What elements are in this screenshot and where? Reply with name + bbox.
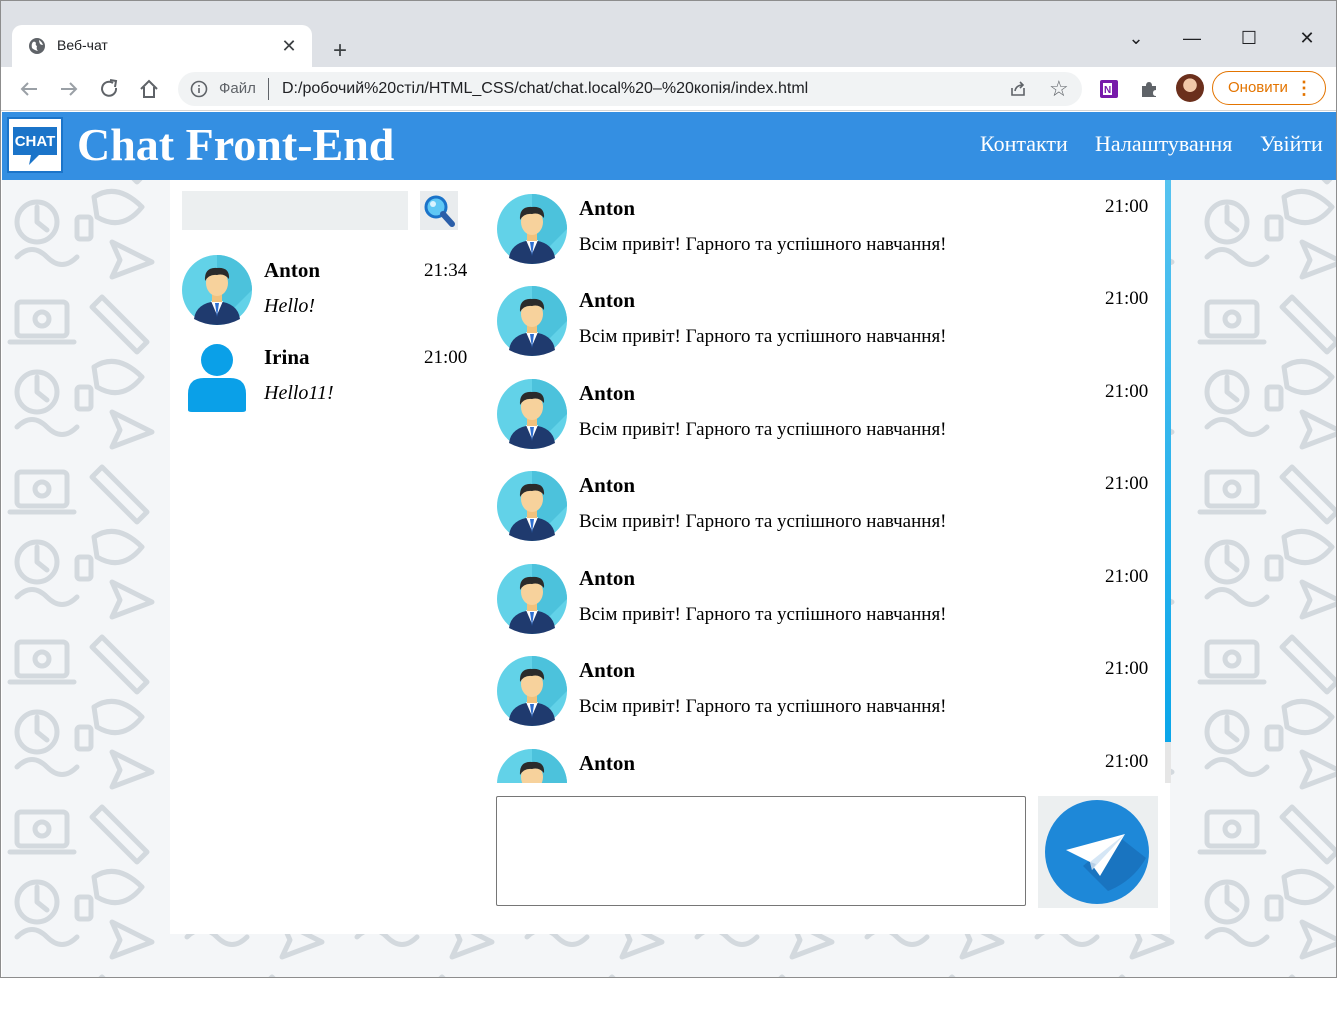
- man-avatar-icon: [497, 194, 567, 264]
- address-divider: [268, 78, 269, 100]
- search-button[interactable]: [420, 191, 458, 230]
- browser-toolbar: Файл D:/робочий%20стіл/HTML_CSS/chat/cha…: [1, 67, 1336, 111]
- contact-last-message: Hello!: [264, 295, 316, 317]
- contact-name: Anton: [264, 258, 321, 282]
- tab-title: Веб-чат: [57, 37, 108, 53]
- tab-close-icon[interactable]: ✕: [278, 35, 300, 57]
- message-time: 21:00: [1105, 658, 1149, 679]
- chat-bubble-logo-icon: CHAT: [13, 127, 57, 165]
- address-scheme: Файл: [219, 80, 256, 97]
- globe-icon: [29, 38, 45, 54]
- web-page: CHAT Chat Front-End Контакти Налаштуванн…: [2, 112, 1336, 977]
- man-avatar-icon: [497, 564, 567, 634]
- svg-text:N: N: [1104, 85, 1111, 96]
- message-item: Anton 21:00 Всім привіт! Гарного та успі…: [497, 550, 1157, 638]
- forward-arrow-icon[interactable]: [55, 75, 83, 103]
- message-item: Anton 21:00 Всім привіт! Гарного та успі…: [497, 272, 1157, 360]
- message-author: Anton: [579, 381, 636, 405]
- message-item: Anton 21:00 Всім привіт! Гарного та успі…: [497, 642, 1157, 730]
- message-time: 21:00: [1105, 473, 1149, 494]
- message-item: Anton 21:00: [497, 735, 1157, 783]
- man-avatar-icon: [497, 471, 567, 541]
- address-bar[interactable]: Файл D:/робочий%20стіл/HTML_CSS/chat/cha…: [178, 72, 1082, 106]
- nav-login-link[interactable]: Увійти: [1260, 131, 1323, 157]
- bookmark-star-icon[interactable]: ☆: [1049, 76, 1069, 102]
- menu-kebab-icon[interactable]: ⋮: [1295, 72, 1313, 104]
- search-input[interactable]: [182, 191, 408, 230]
- onenote-icon[interactable]: N: [1098, 78, 1120, 100]
- tab-search-icon[interactable]: ⌄: [1118, 23, 1154, 53]
- message-time: 21:00: [1105, 381, 1149, 402]
- message-item: Anton 21:00 Всім привіт! Гарного та успі…: [497, 457, 1157, 545]
- profile-avatar[interactable]: [1176, 74, 1204, 102]
- back-arrow-icon[interactable]: [15, 75, 43, 103]
- message-text: Всім привіт! Гарного та успішного навчан…: [579, 511, 947, 532]
- update-button-label: Оновити: [1228, 79, 1288, 96]
- tab-active[interactable]: Веб-чат ✕: [12, 25, 312, 69]
- reload-icon[interactable]: [95, 75, 123, 103]
- message-list[interactable]: Anton 21:00 Всім привіт! Гарного та успі…: [495, 180, 1170, 783]
- message-text: Всім привіт! Гарного та успішного навчан…: [579, 604, 947, 625]
- message-author: Anton: [579, 751, 636, 775]
- contact-item-irina[interactable]: Irina 21:00 Hello11!: [182, 342, 472, 422]
- minimize-button[interactable]: —: [1174, 23, 1210, 53]
- address-url[interactable]: D:/робочий%20стіл/HTML_CSS/chat/chat.loc…: [282, 80, 808, 98]
- message-input[interactable]: [496, 796, 1026, 906]
- message-item: Anton 21:00 Всім привіт! Гарного та успі…: [497, 180, 1157, 268]
- man-avatar-icon: [497, 656, 567, 726]
- man-avatar-icon: [497, 379, 567, 449]
- home-icon[interactable]: [135, 75, 163, 103]
- contact-name: Irina: [264, 345, 310, 369]
- new-tab-button[interactable]: +: [327, 39, 353, 65]
- message-text: Всім привіт! Гарного та успішного навчан…: [579, 696, 947, 717]
- share-icon[interactable]: [1008, 79, 1028, 99]
- message-time: 21:00: [1105, 196, 1149, 217]
- site-header: CHAT Chat Front-End Контакти Налаштуванн…: [2, 112, 1336, 180]
- close-window-button[interactable]: ✕: [1289, 23, 1325, 53]
- man-avatar-icon: [497, 749, 567, 783]
- send-button[interactable]: [1038, 796, 1158, 908]
- maximize-button[interactable]: ☐: [1231, 23, 1267, 53]
- contact-time: 21:34: [424, 260, 468, 281]
- message-scrollbar-thumb[interactable]: [1165, 180, 1171, 742]
- chat-panel: Anton 21:34 Hello! Irina 21:00 Hello11!: [170, 180, 1171, 934]
- message-text: Всім привіт! Гарного та успішного навчан…: [579, 326, 947, 347]
- message-item: Anton 21:00 Всім привіт! Гарного та успі…: [497, 365, 1157, 453]
- user-silhouette-icon: [188, 344, 246, 412]
- paper-plane-icon: [1045, 800, 1149, 904]
- extensions-puzzle-icon[interactable]: [1138, 78, 1160, 100]
- message-text: Всім привіт! Гарного та успішного навчан…: [579, 419, 947, 440]
- nav-contacts-link[interactable]: Контакти: [980, 131, 1068, 157]
- info-icon[interactable]: [190, 80, 208, 98]
- chat-logo[interactable]: CHAT: [7, 117, 63, 173]
- message-author: Anton: [579, 566, 636, 590]
- contact-last-message: Hello11!: [264, 382, 334, 404]
- logo-text: CHAT: [15, 133, 56, 150]
- message-time: 21:00: [1105, 288, 1149, 309]
- contact-time: 21:00: [424, 347, 468, 368]
- message-author: Anton: [579, 288, 636, 312]
- message-author: Anton: [579, 658, 636, 682]
- message-time: 21:00: [1105, 751, 1149, 772]
- message-author: Anton: [579, 473, 636, 497]
- site-title: Chat Front-End: [77, 119, 395, 170]
- nav-settings-link[interactable]: Налаштування: [1095, 131, 1232, 157]
- message-author: Anton: [579, 196, 636, 220]
- man-avatar-icon: [497, 286, 567, 356]
- tab-strip: Веб-чат ✕ + ⌄ — ☐ ✕: [1, 1, 1336, 69]
- update-button[interactable]: Оновити ⋮: [1212, 71, 1326, 105]
- magnifier-icon: [424, 195, 455, 227]
- man-avatar-icon: [182, 255, 252, 325]
- message-time: 21:00: [1105, 566, 1149, 587]
- contact-item-anton[interactable]: Anton 21:34 Hello!: [182, 255, 472, 335]
- browser-window: Веб-чат ✕ + ⌄ — ☐ ✕ Файл D:/робочий%20ст…: [0, 0, 1337, 978]
- message-text: Всім привіт! Гарного та успішного навчан…: [579, 234, 947, 255]
